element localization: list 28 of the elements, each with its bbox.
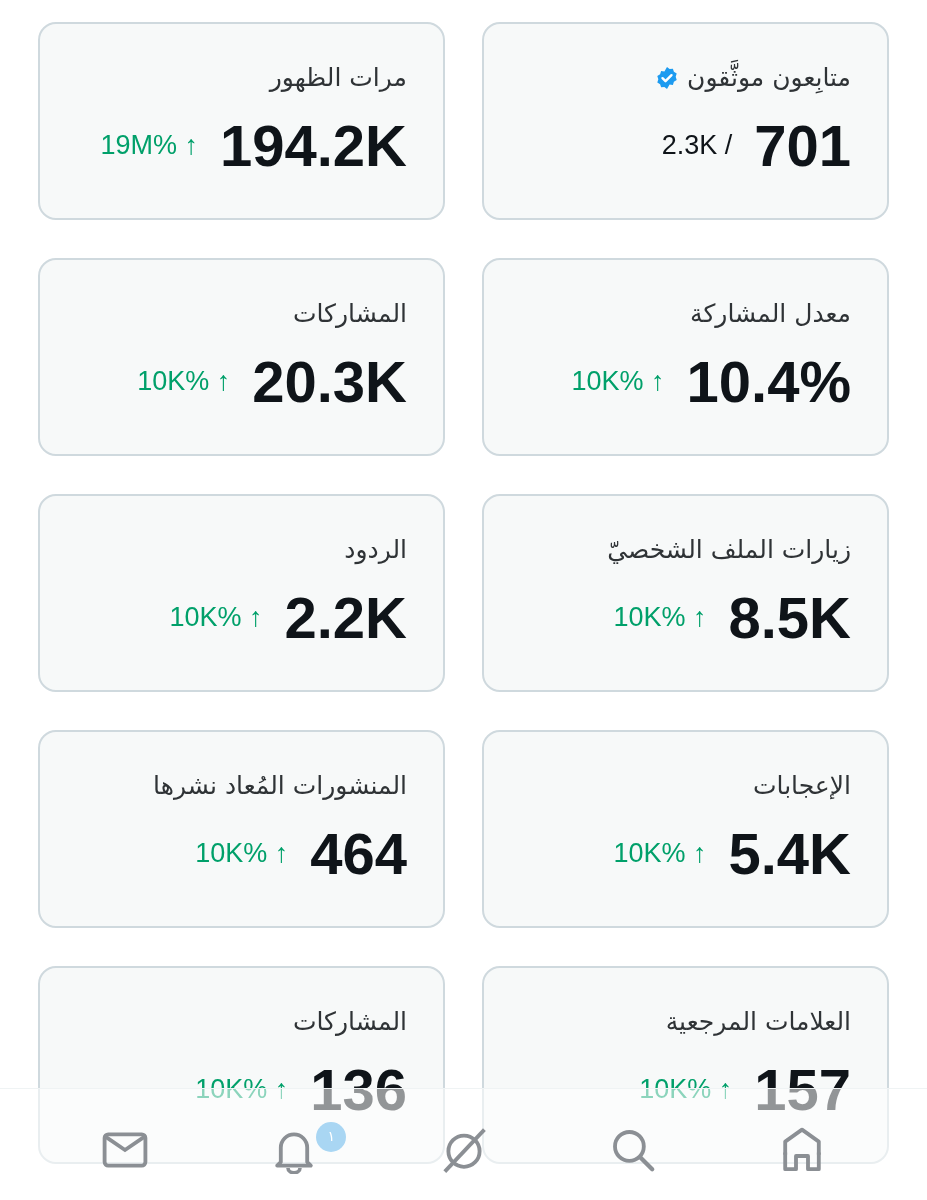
stat-label: متابِعون موثَّقون: [687, 62, 851, 95]
stat-label: الردود: [344, 534, 407, 567]
stat-value: 5.4K: [728, 824, 851, 883]
stat-value: 2.2K: [284, 588, 407, 647]
stat-total: 2.3K /: [661, 129, 733, 163]
stat-value: 701: [754, 116, 851, 175]
stat-label: المنشورات المُعاد نشرها: [153, 770, 407, 802]
stat-label: زيارات الملف الشخصيّ: [607, 534, 851, 566]
stat-change: 10K% ↑: [613, 837, 707, 871]
stat-label: الإعجابات: [753, 770, 851, 802]
stat-change: 10K% ↑: [195, 837, 289, 871]
stat-change: 10K% ↑: [169, 601, 263, 635]
stat-value: 136: [310, 1060, 407, 1119]
stat-label: العلامات المرجعية: [665, 1006, 851, 1038]
stat-change: 10K% ↑: [613, 601, 707, 635]
stat-change: 19M% ↑: [100, 129, 198, 163]
stat-change: 10K% ↑: [571, 365, 665, 399]
stat-label: معدل المشاركة: [690, 298, 851, 330]
stat-label: مرات الظهور: [269, 62, 407, 94]
stat-label: المشاركات: [292, 1006, 407, 1038]
stat-value: 8.5K: [728, 588, 851, 647]
stat-value: 464: [310, 824, 407, 883]
stat-value: 194.2K: [219, 116, 407, 175]
stat-value: 157: [754, 1060, 851, 1119]
stat-label: المشاركات: [292, 298, 407, 330]
stat-value: 10.4%: [686, 352, 851, 411]
stat-change: 10K% ↑: [137, 365, 231, 399]
stat-value: 20.3K: [252, 352, 407, 411]
